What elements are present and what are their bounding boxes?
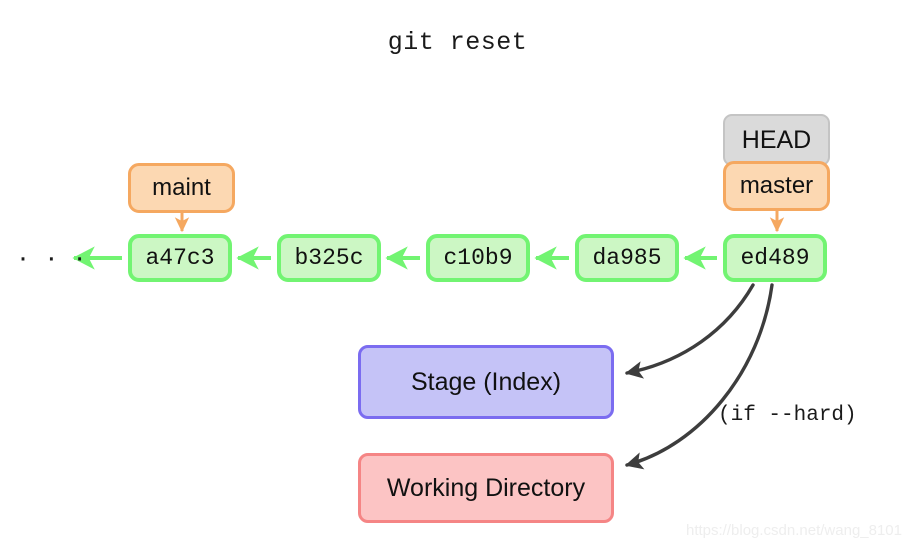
- diagram-canvas: git reset · · · a47c3 b325c c10b9 da985 …: [0, 0, 915, 554]
- commit-label: a47c3: [145, 245, 215, 271]
- commit-label: b325c: [294, 245, 364, 271]
- commit-node-ed489[interactable]: ed489: [723, 234, 827, 282]
- commit-node-da985[interactable]: da985: [575, 234, 679, 282]
- commit-node-a47c3[interactable]: a47c3: [128, 234, 232, 282]
- arrow-ed489-to-working: [625, 283, 774, 470]
- reset-effect-arrows: [624, 283, 774, 470]
- commit-label: ed489: [740, 245, 810, 271]
- commit-label: da985: [592, 245, 662, 271]
- working-directory-box[interactable]: Working Directory: [358, 453, 614, 523]
- commit-node-c10b9[interactable]: c10b9: [426, 234, 530, 282]
- ref-label-master: master: [739, 172, 814, 199]
- working-directory-label: Working Directory: [386, 473, 586, 502]
- commit-node-b325c[interactable]: b325c: [277, 234, 381, 282]
- history-ellipsis: · · ·: [18, 241, 90, 274]
- ref-box-master[interactable]: master: [723, 161, 830, 211]
- arrow-ed489-to-stage: [624, 283, 755, 379]
- ref-label-head: HEAD: [741, 125, 812, 154]
- ref-pointer-arrows: [174, 211, 785, 233]
- ref-box-maint[interactable]: maint: [128, 163, 235, 213]
- stage-index-box[interactable]: Stage (Index): [358, 345, 614, 419]
- stage-index-label: Stage (Index): [410, 367, 562, 396]
- commit-label: c10b9: [443, 245, 513, 271]
- watermark-text: https://blog.csdn.net/wang_8101: [686, 522, 902, 539]
- ref-label-maint: maint: [152, 174, 211, 201]
- hard-flag-annotation: (if --hard): [718, 404, 857, 427]
- ref-box-head[interactable]: HEAD: [723, 114, 830, 166]
- page-title: git reset: [387, 28, 528, 57]
